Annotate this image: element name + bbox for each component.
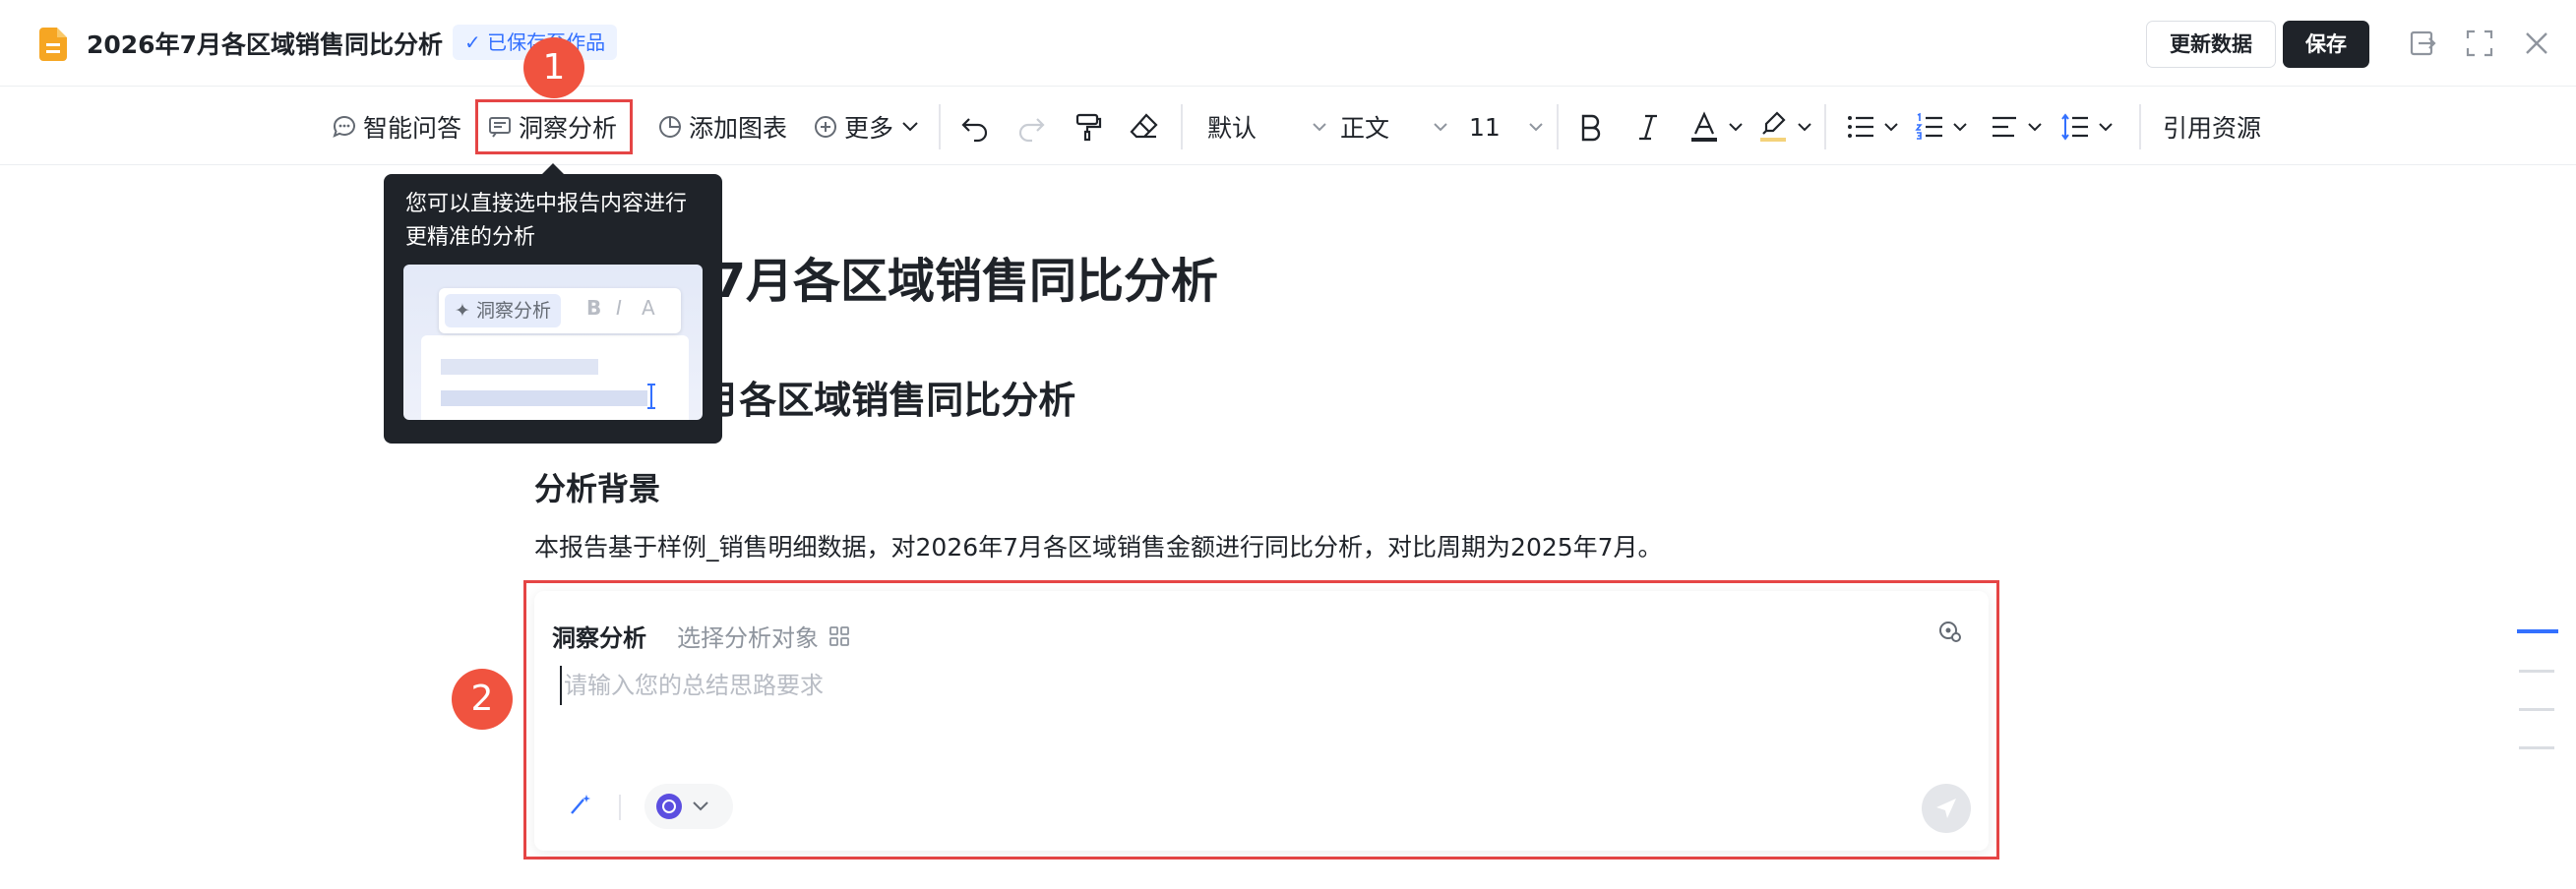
document-title: 2026年7月各区域销售同比分析 [87, 30, 443, 59]
step-marker-2: 2 [452, 669, 513, 730]
toolbar-divider [2139, 104, 2141, 149]
cite-resource-button[interactable]: 引用资源 [2163, 108, 2261, 146]
chevron-down-icon [693, 801, 708, 811]
add-chart-button[interactable]: 添加图表 [657, 108, 787, 146]
document-icon [39, 28, 67, 61]
preview-card [421, 335, 689, 420]
chevron-down-icon [1729, 123, 1743, 132]
chevron-down-icon [1798, 123, 1811, 132]
numbered-list-icon [1915, 112, 1942, 140]
chevron-down-icon [1953, 123, 1967, 132]
toolbar-divider [1557, 104, 1559, 149]
paragraph-select[interactable]: 正文 [1340, 108, 1448, 146]
outline-item[interactable] [2519, 708, 2554, 711]
outline-item[interactable] [2517, 629, 2558, 633]
toolbar-divider [1824, 104, 1826, 149]
toolbar-divider [1181, 104, 1183, 149]
smart-qa-label: 智能问答 [363, 114, 462, 143]
font-size-select[interactable]: 11 [1469, 108, 1544, 146]
redo-icon[interactable] [1015, 108, 1047, 146]
chevron-down-icon [902, 122, 918, 132]
insight-icon [489, 117, 511, 138]
tooltip-text: 您可以直接选中报告内容进行更精准的分析 [405, 192, 688, 250]
style-select-value: 默认 [1207, 114, 1257, 143]
outline-item[interactable] [2519, 670, 2554, 673]
numbered-list-dropdown[interactable] [1915, 108, 1968, 146]
outline-item[interactable] [2519, 746, 2554, 749]
more-dropdown[interactable]: 更多 [813, 108, 919, 146]
title-bar: 2026年7月各区域销售同比分析 ✓ 已保存至作品 更新数据 保存 [0, 0, 2576, 87]
bullet-list-dropdown[interactable] [1846, 108, 1899, 146]
model-logo-icon [656, 794, 682, 819]
align-left-icon [1993, 116, 2016, 138]
panel-title: 洞察分析 [552, 624, 646, 652]
magic-wand-icon[interactable] [568, 792, 593, 817]
smart-qa-button[interactable]: 智能问答 [332, 108, 461, 146]
text-cursor-icon [647, 384, 655, 409]
settings-icon[interactable] [1937, 619, 1963, 644]
format-painter-icon[interactable] [1073, 108, 1104, 146]
pie-chart-icon [659, 116, 681, 138]
select-analysis-target[interactable]: 选择分析对象 [677, 619, 850, 653]
step-marker-1: 1 [523, 37, 584, 98]
highlighter-icon [1760, 111, 1786, 142]
preview-toolbar: ✦ 洞察分析 B I A [439, 288, 681, 333]
insight-analysis-button[interactable]: 洞察分析 [487, 108, 617, 146]
eraser-icon[interactable] [1129, 108, 1160, 146]
tooltip-preview-image: ✦ 洞察分析 B I A [403, 265, 703, 420]
undo-icon[interactable] [959, 108, 991, 146]
preview-chip-label: 洞察分析 [475, 300, 551, 322]
more-label: 更多 [844, 114, 894, 143]
editor-toolbar: 智能问答 洞察分析 添加图表 更多 默认 正文 11 引用资源 [0, 89, 2576, 165]
preview-line [441, 359, 598, 375]
chevron-down-icon [1884, 123, 1898, 132]
bold-icon[interactable] [1576, 108, 1606, 146]
bullet-list-icon [1848, 116, 1873, 138]
italic-icon[interactable] [1635, 108, 1661, 146]
chat-bubble-icon [333, 116, 355, 138]
section-heading: 分析背景 [534, 470, 661, 507]
chevron-down-icon [1434, 123, 1447, 132]
preview-insight-chip: ✦ 洞察分析 [445, 294, 561, 327]
paragraph-select-value: 正文 [1340, 114, 1390, 143]
summary-prompt-input[interactable] [560, 666, 1642, 705]
align-dropdown[interactable] [1990, 108, 2043, 146]
chevron-down-icon [1529, 123, 1543, 132]
insight-tooltip: 您可以直接选中报告内容进行更精准的分析 ✦ 洞察分析 B I A [384, 163, 722, 444]
preview-italic-icon: I [616, 296, 622, 320]
send-icon [1936, 799, 1956, 818]
font-color-icon [1691, 111, 1717, 142]
chevron-down-icon [2028, 123, 2042, 132]
export-icon[interactable] [2407, 28, 2438, 59]
font-size-value: 11 [1469, 112, 1501, 142]
grid-icon [829, 625, 849, 646]
fullscreen-icon[interactable] [2464, 28, 2495, 59]
chevron-down-icon [1313, 123, 1326, 132]
font-color-picker[interactable] [1688, 108, 1744, 146]
save-button[interactable]: 保存 [2283, 21, 2369, 68]
chevron-down-icon [2099, 123, 2113, 132]
panel-divider [619, 795, 621, 820]
preview-line [441, 390, 647, 406]
preview-color-icon: A [642, 296, 655, 320]
select-target-label: 选择分析对象 [677, 624, 819, 652]
background-paragraph: 本报告基于样例_销售明细数据，对2026年7月各区域销售金额进行同比分析，对比周… [534, 533, 1663, 562]
preview-bold-icon: B [586, 296, 602, 320]
highlight-color-picker[interactable] [1757, 108, 1812, 146]
close-icon[interactable] [2521, 28, 2552, 59]
insight-analysis-panel: 洞察分析 选择分析对象 [534, 591, 1989, 851]
line-spacing-dropdown[interactable] [2060, 108, 2114, 146]
style-select[interactable]: 默认 [1207, 108, 1327, 146]
line-spacing-icon [2061, 113, 2088, 141]
insight-analysis-label: 洞察分析 [519, 114, 618, 143]
model-select-dropdown[interactable] [644, 784, 733, 829]
update-data-button[interactable]: 更新数据 [2146, 21, 2276, 68]
send-button[interactable] [1922, 784, 1971, 833]
plus-circle-icon [815, 116, 836, 138]
add-chart-label: 添加图表 [689, 114, 788, 143]
toolbar-divider [939, 104, 941, 149]
